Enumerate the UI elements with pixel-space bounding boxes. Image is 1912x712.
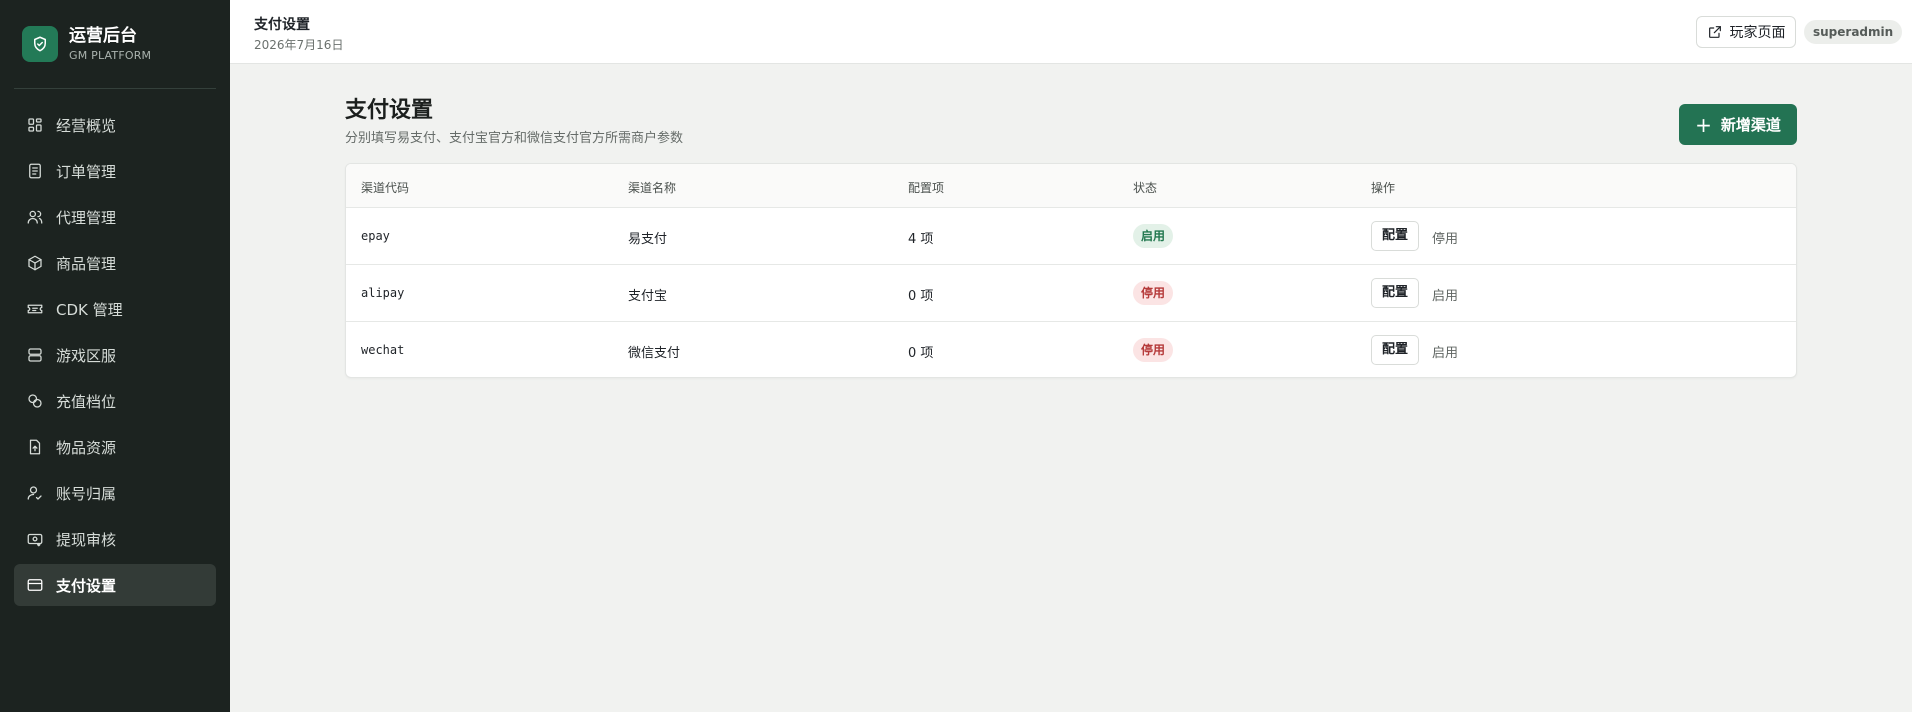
users-icon <box>26 208 44 226</box>
server-icon <box>26 346 44 364</box>
sidebar-item-payment-settings[interactable]: 支付设置 <box>14 564 216 606</box>
user-check-icon <box>26 484 44 502</box>
user-badge[interactable]: superadmin <box>1804 20 1903 44</box>
channel-config-count: 0 项 <box>908 289 934 304</box>
channel-code: wechat <box>361 343 405 357</box>
table-row: alipay 支付宝 0 项 停用 配置 启用 <box>346 265 1796 322</box>
channel-name: 微信支付 <box>628 346 681 361</box>
plus-icon: + <box>1695 112 1712 137</box>
sidebar-item-label: 充值档位 <box>56 392 117 411</box>
card-icon <box>26 576 44 594</box>
page-title: 支付设置 <box>345 98 434 123</box>
status-badge: 停用 <box>1133 281 1174 305</box>
table-header: 渠道代码 渠道名称 配置项 状态 操作 <box>346 164 1796 208</box>
sidebar-divider <box>14 88 216 89</box>
page-subtitle: 分别填写易支付、支付宝官方和微信支付官方所需商户参数 <box>345 131 684 146</box>
sidebar-item-label: 经营概览 <box>56 116 117 135</box>
sidebar-item-agents[interactable]: 代理管理 <box>14 196 216 238</box>
package-icon <box>26 254 44 272</box>
channel-name: 易支付 <box>628 232 668 247</box>
sidebar-item-label: CDK 管理 <box>56 300 123 319</box>
column-header-actions: 操作 <box>1371 181 1396 195</box>
toggle-status-link[interactable]: 启用 <box>1432 285 1458 304</box>
brand-subtitle: GM PLATFORM <box>69 49 152 62</box>
brand: 运营后台 GM PLATFORM <box>22 26 151 62</box>
sidebar-item-label: 游戏区服 <box>56 346 117 365</box>
external-link-icon <box>1708 26 1721 38</box>
shield-check-icon <box>22 26 58 62</box>
sidebar-item-label: 物品资源 <box>56 438 117 457</box>
configure-button[interactable]: 配置 <box>1371 335 1419 365</box>
file-upload-icon <box>26 438 44 456</box>
header-title: 支付设置 <box>254 17 310 33</box>
channel-code: epay <box>361 229 390 243</box>
status-badge: 停用 <box>1133 338 1174 362</box>
sidebar-nav: 经营概览 订单管理 代理管理 商品管理 CDK 管理 游戏区服 充值档位 物品资… <box>14 104 216 610</box>
sidebar-item-orders[interactable]: 订单管理 <box>14 150 216 192</box>
sidebar-item-label: 提现审核 <box>56 530 117 549</box>
configure-button[interactable]: 配置 <box>1371 221 1419 251</box>
sidebar: 运营后台 GM PLATFORM 经营概览 订单管理 代理管理 商品管理 CDK… <box>0 0 230 712</box>
sidebar-item-servers[interactable]: 游戏区服 <box>14 334 216 376</box>
sidebar-item-label: 支付设置 <box>56 576 117 595</box>
add-channel-label: 新增渠道 <box>1720 116 1781 134</box>
sidebar-item-label: 代理管理 <box>56 208 117 227</box>
sidebar-item-label: 订单管理 <box>56 162 117 181</box>
sidebar-item-products[interactable]: 商品管理 <box>14 242 216 284</box>
document-icon <box>26 162 44 180</box>
channels-table: 渠道代码 渠道名称 配置项 状态 操作 epay 易支付 4 项 启用 配置 停… <box>345 163 1797 378</box>
column-header-name: 渠道名称 <box>628 181 677 195</box>
column-header-status: 状态 <box>1133 181 1158 195</box>
top-header: 支付设置 2026年7月16日 玩家页面 superadmin <box>230 0 1912 64</box>
channel-config-count: 0 项 <box>908 346 934 361</box>
sidebar-item-account-ownership[interactable]: 账号归属 <box>14 472 216 514</box>
brand-title: 运营后台 <box>69 26 137 46</box>
column-header-config: 配置项 <box>908 181 945 195</box>
coins-icon <box>26 392 44 410</box>
sidebar-item-label: 账号归属 <box>56 484 117 503</box>
header-date: 2026年7月16日 <box>254 38 344 52</box>
add-channel-button[interactable]: + 新增渠道 <box>1679 104 1797 145</box>
player-page-button[interactable]: 玩家页面 <box>1696 16 1796 48</box>
ticket-icon <box>26 300 44 318</box>
channel-code: alipay <box>361 286 405 300</box>
channel-config-count: 4 项 <box>908 232 934 247</box>
toggle-status-link[interactable]: 启用 <box>1432 342 1458 361</box>
sidebar-item-withdraw-review[interactable]: 提现审核 <box>14 518 216 560</box>
status-badge: 启用 <box>1133 224 1174 248</box>
channel-name: 支付宝 <box>628 289 668 304</box>
sidebar-item-item-resources[interactable]: 物品资源 <box>14 426 216 468</box>
sidebar-item-recharge-tiers[interactable]: 充值档位 <box>14 380 216 422</box>
toggle-status-link[interactable]: 停用 <box>1432 228 1458 247</box>
column-header-code: 渠道代码 <box>361 181 410 195</box>
sidebar-item-overview[interactable]: 经营概览 <box>14 104 216 146</box>
withdraw-icon <box>26 530 44 548</box>
table-row: wechat 微信支付 0 项 停用 配置 启用 <box>346 322 1796 377</box>
sidebar-item-cdk[interactable]: CDK 管理 <box>14 288 216 330</box>
player-page-label: 玩家页面 <box>1729 25 1786 41</box>
table-row: epay 易支付 4 项 启用 配置 停用 <box>346 208 1796 265</box>
dashboard-icon <box>26 116 44 134</box>
sidebar-item-label: 商品管理 <box>56 254 117 273</box>
configure-button[interactable]: 配置 <box>1371 278 1419 308</box>
